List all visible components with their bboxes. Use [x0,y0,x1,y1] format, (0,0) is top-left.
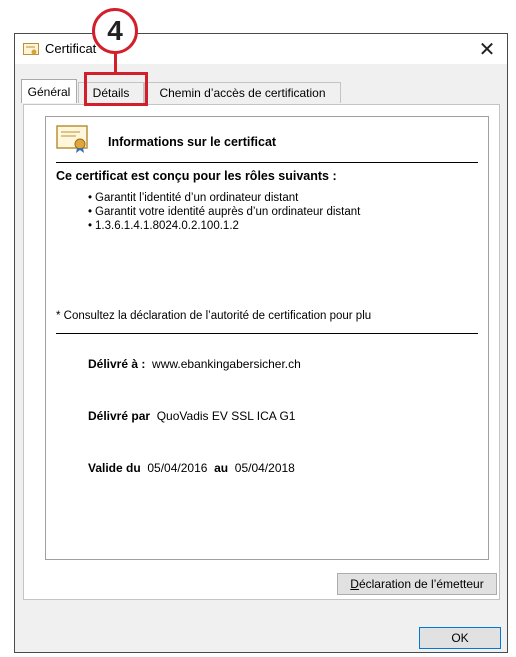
step-number-badge: 4 [92,8,138,54]
issued-to-value: www.ebankingabersicher.ch [152,357,301,371]
list-item: Garantit l’identité d’un ordinateur dist… [88,191,360,205]
valid-from-label: Valide du [88,461,141,475]
info-heading: Informations sur le certificat [108,135,277,149]
certificate-info-box: Informations sur le certificat Ce certif… [45,116,489,560]
tab-certification-path[interactable]: Chemin d’accès de certification [144,82,341,103]
close-icon: ✕ [478,38,496,61]
tab-details[interactable]: Détails [78,82,144,103]
callout-connector [114,53,117,73]
issued-by-row: Délivré par QuoVadis EV SSL ICA G1 [88,409,295,423]
issued-to-label: Délivré à : [88,357,146,371]
ca-statement-note: * Consultez la déclaration de l’autorité… [56,310,372,322]
valid-to-value: 05/04/2018 [234,461,295,475]
certificate-dialog: Certificat ✕ Général Détails Chemin d’ac… [14,33,508,653]
issued-by-label: Délivré par [88,409,151,423]
validity-row: Valide du 05/04/2016 au 05/04/2018 [88,461,295,475]
valid-to-label: au [214,461,229,475]
divider [56,162,478,163]
ok-button[interactable]: OK [419,627,501,649]
issued-by-value: QuoVadis EV SSL ICA G1 [156,409,296,423]
certificate-icon [23,43,39,55]
issuer-statement-button[interactable]: Déclaration de l’émetteur [337,573,497,595]
valid-from-value: 05/04/2016 [147,461,208,475]
window-title: Certificat [45,41,97,56]
close-button[interactable]: ✕ [467,34,507,64]
issued-to-row: Délivré à : www.ebankingabersicher.ch [88,357,301,371]
issuer-statement-label: éclaration de l’émetteur [358,577,484,591]
title-bar: Certificat ✕ [15,34,507,64]
list-item: 1.3.6.1.4.1.8024.0.2.100.1.2 [88,219,360,233]
tab-general[interactable]: Général [21,79,77,103]
roles-title: Ce certificat est conçu pour les rôles s… [56,169,337,183]
certificate-icon [56,125,88,153]
list-item: Garantit votre identité auprès d’un ordi… [88,205,360,219]
roles-list: Garantit l’identité d’un ordinateur dist… [88,191,360,233]
issuer-statement-mnemonic: D [350,577,359,591]
divider [56,333,478,334]
